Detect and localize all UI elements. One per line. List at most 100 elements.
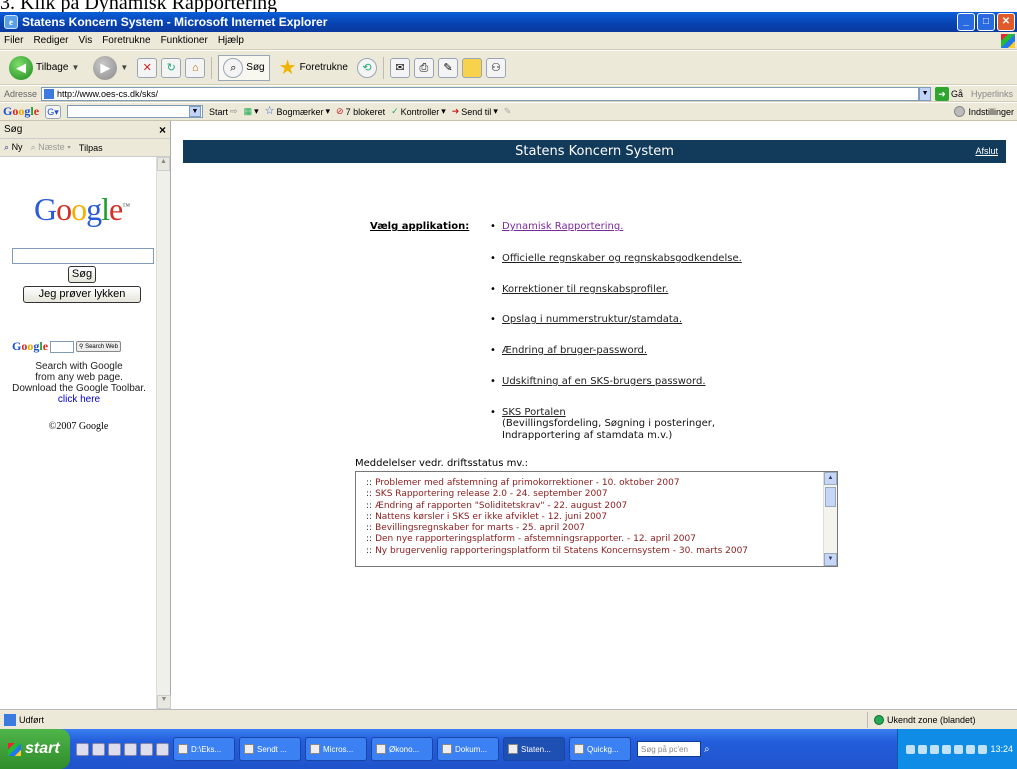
click-here-link[interactable]: click here: [4, 394, 154, 405]
stop-icon[interactable]: ✕: [137, 57, 158, 78]
message-text[interactable]: Ny brugervenlig rapporteringsplatform ti…: [375, 546, 748, 556]
back-button[interactable]: ◀ Tilbage ▼: [4, 53, 84, 83]
sidebar-customize-button[interactable]: Tilpas: [79, 143, 103, 153]
quicklaunch-icon[interactable]: [156, 742, 169, 756]
tray-icon[interactable]: [978, 744, 988, 754]
lucky-button[interactable]: Jeg prøver lykken: [23, 286, 141, 303]
search-button[interactable]: ⌕ Søg: [218, 54, 270, 81]
message-item[interactable]: :: Ændring af rapporten "Soliditetskrav" …: [366, 501, 748, 512]
quicklaunch-icon[interactable]: [92, 742, 105, 756]
menu-file[interactable]: Filer: [4, 35, 23, 46]
quicklaunch-icon[interactable]: [76, 742, 89, 756]
sidebar-new-button[interactable]: ⌕ Ny: [4, 142, 23, 153]
google-search-input[interactable]: [12, 248, 154, 264]
taskbar-button[interactable]: Quickg...: [569, 737, 631, 761]
google-popup-blocker[interactable]: ⊘ 7 blokeret: [336, 106, 385, 117]
scroll-down-icon[interactable]: ▼: [824, 553, 837, 566]
google-bookmarks-button[interactable]: ☆ Bogmærker ▾: [265, 106, 330, 117]
search-icon[interactable]: ⌕: [704, 744, 710, 755]
taskbar-button[interactable]: Sendt ...: [239, 737, 301, 761]
history-icon[interactable]: ⟲: [356, 57, 377, 78]
google-settings-button[interactable]: Indstillinger: [954, 106, 1014, 117]
print-icon[interactable]: ⎙: [413, 57, 434, 78]
taskbar-button[interactable]: Økono...: [371, 737, 433, 761]
favorites-button[interactable]: ★ Foretrukne: [274, 55, 353, 81]
google-sendto-button[interactable]: ➜ Send til ▾: [452, 106, 498, 117]
folder-icon[interactable]: [461, 57, 482, 78]
chevron-down-icon[interactable]: ▼: [120, 63, 128, 72]
sidebar-close-icon[interactable]: ×: [159, 123, 166, 137]
pencil-icon[interactable]: ✎: [504, 106, 512, 117]
message-text[interactable]: Problemer med afstemning af primokorrekt…: [375, 478, 679, 488]
search-web-button[interactable]: ⚲ Search Web: [76, 341, 121, 352]
message-item[interactable]: :: Nattens kørsler i SKS er ikke afviklet…: [366, 512, 748, 523]
tray-icon[interactable]: [906, 744, 916, 754]
go-button[interactable]: ➜ Gå: [935, 86, 963, 101]
google-toolbar-logo[interactable]: Google: [3, 104, 39, 119]
quicklaunch-icon[interactable]: [140, 742, 153, 756]
app-link-corrections[interactable]: Korrektioner til regnskabsprofiler.: [502, 284, 668, 295]
tray-icon[interactable]: [966, 744, 976, 754]
tray-icon[interactable]: [942, 744, 952, 754]
message-text[interactable]: SKS Rapportering release 2.0 - 24. septe…: [375, 489, 608, 499]
google-spellcheck-button[interactable]: ✓ Kontroller ▾: [391, 106, 446, 117]
edit-icon[interactable]: ✎: [437, 57, 458, 78]
sidebar-scrollbar[interactable]: ▲ ▼: [156, 157, 171, 709]
message-text[interactable]: Ændring af rapporten "Soliditetskrav" - …: [375, 501, 627, 511]
menu-view[interactable]: Vis: [78, 35, 92, 46]
app-link-official-accounts[interactable]: Officielle regnskaber og regnskabsgodken…: [502, 253, 742, 264]
message-item[interactable]: :: Problemer med afstemning af primokorre…: [366, 478, 748, 489]
messenger-icon[interactable]: ⚇: [485, 57, 506, 78]
maximize-button[interactable]: □: [977, 13, 995, 31]
tray-icon[interactable]: [918, 744, 928, 754]
quicklaunch-icon[interactable]: [108, 742, 121, 756]
app-link-change-password[interactable]: Ændring af bruger-password.: [502, 345, 647, 356]
address-dropdown-icon[interactable]: ▼: [919, 86, 932, 101]
quicklaunch-icon[interactable]: [124, 742, 137, 756]
desktop-search-input[interactable]: Søg på pc'en: [637, 741, 701, 757]
minimize-button[interactable]: _: [957, 13, 975, 31]
taskbar-button[interactable]: D:\Eks...: [173, 737, 235, 761]
chevron-down-icon[interactable]: ▼: [189, 106, 202, 117]
tray-icon[interactable]: [954, 744, 964, 754]
taskbar-button[interactable]: Dokum...: [437, 737, 499, 761]
message-item[interactable]: :: SKS Rapportering release 2.0 - 24. sep…: [366, 489, 748, 500]
scroll-up-icon[interactable]: ▲: [157, 157, 170, 171]
close-button[interactable]: ✕: [997, 13, 1015, 31]
messages-scrollbar[interactable]: ▲ ▼: [823, 472, 837, 566]
app-link-lookup[interactable]: Opslag i nummerstruktur/stamdata.: [502, 314, 682, 325]
google-g-icon[interactable]: G▾: [45, 104, 62, 119]
security-zone[interactable]: Ukendt zone (blandet): [867, 711, 1017, 728]
sidebar-next-button[interactable]: ⌕ Næste ▾: [31, 142, 71, 153]
forward-button[interactable]: ▶ ▼: [88, 53, 133, 83]
app-link-dynamic-reporting[interactable]: Dynamisk Rapportering.: [502, 221, 623, 232]
links-button[interactable]: Hyperlinks: [971, 89, 1013, 99]
message-text[interactable]: Nattens kørsler i SKS er ikke afviklet -…: [375, 512, 607, 522]
message-item[interactable]: :: Den nye rapporteringsplatform - afstem…: [366, 534, 748, 545]
menu-favorites[interactable]: Foretrukne: [102, 35, 150, 46]
taskbar-button-active[interactable]: Staten...: [503, 737, 565, 761]
app-link-sks-portal[interactable]: SKS Portalen: [502, 407, 566, 418]
chevron-down-icon[interactable]: ▼: [71, 63, 79, 72]
refresh-icon[interactable]: ↻: [161, 57, 182, 78]
google-toolbar-search[interactable]: ▼: [67, 105, 204, 118]
scroll-down-icon[interactable]: ▼: [157, 695, 171, 709]
logout-link[interactable]: Afslut: [975, 146, 998, 156]
menu-help[interactable]: Hjælp: [218, 35, 244, 46]
scroll-up-icon[interactable]: ▲: [824, 472, 837, 485]
home-icon[interactable]: ⌂: [185, 57, 206, 78]
google-search-button[interactable]: Søg: [68, 266, 96, 283]
google-start-button[interactable]: Start ⇨: [209, 106, 238, 117]
message-item[interactable]: :: Bevillingsregnskaber for marts - 25. a…: [366, 523, 748, 534]
message-item[interactable]: :: Ny brugervenlig rapporteringsplatform …: [366, 546, 748, 557]
address-url[interactable]: http://www.oes-cs.dk/sks/: [57, 89, 158, 99]
google-apps-button[interactable]: ▦ ▾: [244, 106, 259, 117]
scroll-thumb[interactable]: [825, 487, 836, 507]
message-text[interactable]: Bevillingsregnskaber for marts - 25. apr…: [375, 523, 585, 533]
start-button[interactable]: start: [0, 729, 70, 769]
promo-search-input[interactable]: [50, 340, 75, 353]
tray-icon[interactable]: [930, 744, 940, 754]
address-input[interactable]: http://www.oes-cs.dk/sks/: [41, 86, 920, 101]
app-link-replace-password[interactable]: Udskiftning af en SKS-brugers password.: [502, 376, 706, 387]
message-text[interactable]: Den nye rapporteringsplatform - afstemni…: [375, 534, 696, 544]
